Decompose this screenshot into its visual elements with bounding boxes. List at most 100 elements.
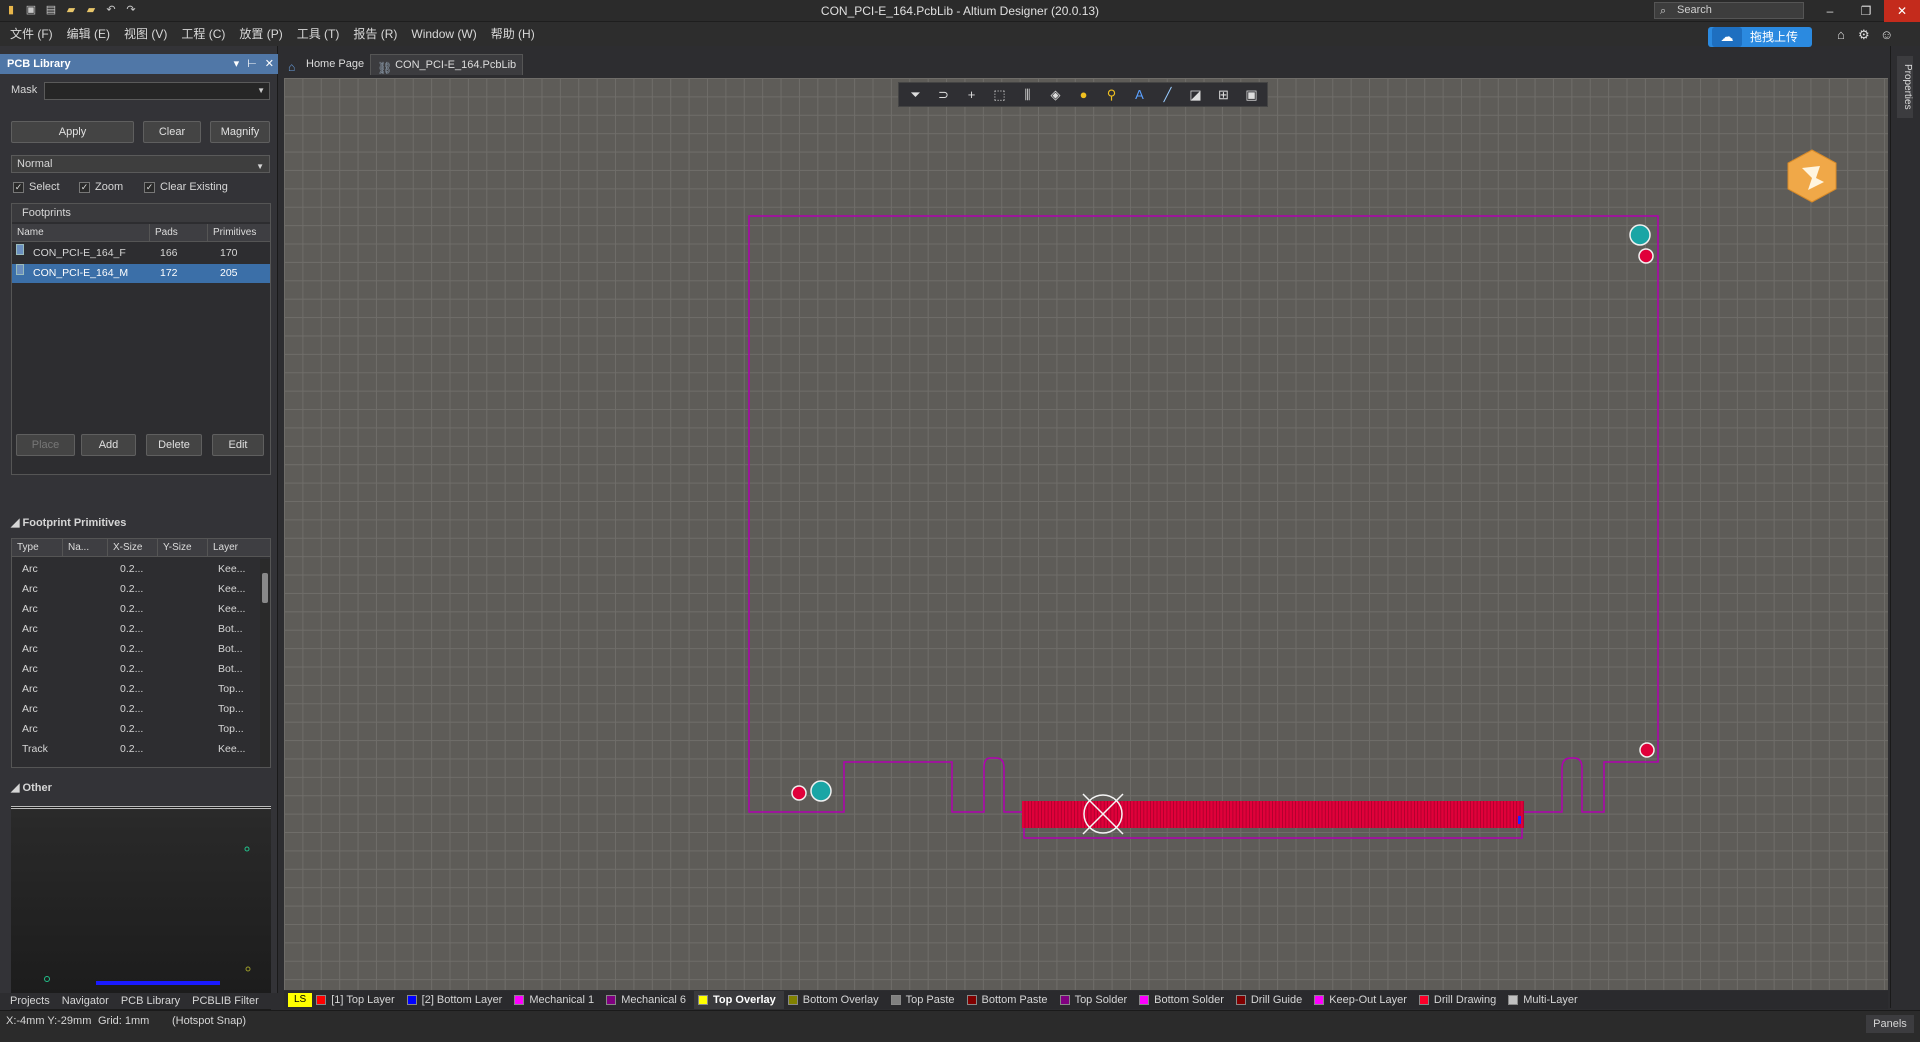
layer-tab[interactable]: Top Solder [1056,991,1136,1009]
primitive-row[interactable]: Arc 0.2... Top... [12,699,260,719]
tab-projects[interactable]: Projects [10,993,50,1009]
primitives-section-header[interactable]: ◢ Footprint Primitives [11,516,126,529]
mounting-hole [810,780,832,802]
layer-tab[interactable]: Bottom Solder [1135,991,1232,1009]
panel-bottom-tabs: Projects Navigator PCB Library PCBLIB Fi… [0,993,278,1009]
menu-project[interactable]: 工程 (C) [174,22,232,46]
magnify-button[interactable]: Magnify [210,121,270,143]
add-button[interactable]: Add [81,434,136,456]
user-icon[interactable]: ☺ [1880,27,1893,42]
primitives-scrollbar[interactable] [260,559,270,767]
select-checkbox[interactable]: ✓ Select [13,181,60,193]
apply-button[interactable]: Apply [11,121,134,143]
panel-close-icon[interactable]: ✕ [265,54,274,74]
layer-label: [1] Top Layer [331,994,395,1006]
layer-tab[interactable]: Drill Drawing [1415,991,1504,1009]
place-button[interactable]: Place [16,434,75,456]
menu-window[interactable]: Window (W) [404,22,483,46]
col-xsize[interactable]: X-Size [107,539,157,557]
layer-swatch [606,995,617,1005]
minimize-button[interactable]: – [1812,0,1848,22]
clear-existing-checkbox[interactable]: ✓ Clear Existing [144,181,228,193]
primitive-row[interactable]: Arc 0.2... Bot... [12,659,260,679]
col-type[interactable]: Type [12,539,62,557]
layer-tab[interactable]: Mechanical 1 [510,991,602,1009]
col-pads[interactable]: Pads [149,224,207,242]
layer-tab[interactable]: Keep-Out Layer [1310,991,1415,1009]
panel-header: PCB Library ▾ ⊢ ✕ [0,54,278,74]
layer-tab[interactable]: Drill Guide [1232,991,1310,1009]
layer-tab[interactable]: Bottom Paste [963,991,1056,1009]
properties-tab[interactable]: Properties [1897,56,1913,118]
menu-help[interactable]: 帮助 (H) [484,22,542,46]
gear-icon[interactable]: ⚙ [1858,27,1870,43]
layer-tab[interactable]: Top Paste [887,991,963,1009]
col-layer[interactable]: Layer [207,539,270,557]
layer-tab[interactable]: Multi-Layer [1504,991,1585,1009]
scrollbar-thumb[interactable] [262,573,268,603]
tab-home-label: Home Page [306,58,365,70]
primitive-row[interactable]: Arc 0.2... Kee... [12,599,260,619]
footprint-primitives: 170 [220,247,238,259]
home-icon[interactable]: ⌂ [1837,27,1845,42]
footprint-row-selected[interactable]: CON_PCI-E_164_M 172 205 [12,264,270,283]
delete-button[interactable]: Delete [146,434,202,456]
col-primitives[interactable]: Primitives [207,224,272,242]
close-button[interactable]: ✕ [1884,0,1920,22]
menu-place[interactable]: 放置 (P) [232,22,289,46]
check-icon: ✓ [13,181,24,193]
primitive-row[interactable]: Track 0.2... Kee... [12,739,260,759]
panel-menu-icon[interactable]: ▾ [234,54,240,74]
edit-button[interactable]: Edit [212,434,264,456]
menu-reports[interactable]: 报告 (R) [346,22,404,46]
layer-tabs: LS [1] Top Layer [2] Bottom Layer Mechan… [284,991,1888,1009]
chevron-down-icon[interactable]: ▼ [257,86,265,95]
panels-button[interactable]: Panels [1866,1015,1914,1033]
search-input[interactable]: ⌕ Search [1654,2,1804,19]
pin-icon[interactable]: ⊢ [247,54,257,74]
layer-tab[interactable]: Mechanical 6 [602,991,694,1009]
menu-tools[interactable]: 工具 (T) [290,22,347,46]
tab-pcblib-filter[interactable]: PCBLIB Filter [192,993,259,1009]
zoom-checkbox[interactable]: ✓ Zoom [79,181,123,193]
mode-select[interactable]: Normal ▼ [11,155,270,173]
primitives-header: Type Na... X-Size Y-Size Layer [12,539,270,557]
tab-pcb-library[interactable]: PCB Library [121,993,180,1009]
tab-navigator[interactable]: Navigator [62,993,109,1009]
primitive-row[interactable]: Arc 0.2... Top... [12,679,260,699]
upload-button[interactable]: ☁ 拖拽上传 [1708,27,1812,47]
menu-view[interactable]: 视图 (V) [117,22,174,46]
primitive-row[interactable]: Arc 0.2... Kee... [12,579,260,599]
layer-tab[interactable]: [2] Bottom Layer [403,991,511,1009]
primitive-row[interactable]: Arc 0.2... Bot... [12,619,260,639]
layer-label: Top Overlay [713,994,776,1006]
prim-layer: Bot... [218,643,243,655]
tab-pcblib[interactable]: ⛓ CON_PCI-E_164.PcbLib [370,54,524,75]
footprint-row[interactable]: CON_PCI-E_164_F 166 170 [12,244,270,263]
menu-edit[interactable]: 编辑 (E) [60,22,117,46]
col-name[interactable]: Name [12,224,149,242]
primitive-row[interactable]: Arc 0.2... Top... [12,719,260,739]
other-section-header[interactable]: ◢ Other [11,781,52,794]
prim-xsize: 0.2... [120,703,144,715]
clear-button[interactable]: Clear [143,121,201,143]
prim-layer: Kee... [218,743,246,755]
primitive-row[interactable]: Arc 0.2... Kee... [12,559,260,579]
other-title: Other [22,782,52,794]
restore-button[interactable]: ❐ [1848,0,1884,22]
pin-marker [1518,816,1521,824]
col-ysize[interactable]: Y-Size [157,539,207,557]
primitive-row[interactable]: Arc 0.2... Bot... [12,639,260,659]
col-name[interactable]: Na... [62,539,107,557]
pcb-canvas[interactable]: ⏷ ⊃ + ⬚ ⫼ ◈ ● ⚲ A ╱ ◪ ⊞ ▣ [284,78,1888,990]
layer-set-button[interactable]: LS [288,993,313,1007]
layer-tab[interactable]: [1] Top Layer [312,991,402,1009]
menu-file[interactable]: 文件 (F) [3,22,60,46]
layer-tab[interactable]: Bottom Overlay [784,991,887,1009]
mask-input[interactable]: ▼ [44,82,270,100]
prim-layer: Bot... [218,623,243,635]
select-label: Select [29,181,60,193]
layer-label: Bottom Paste [981,994,1048,1006]
layer-tab-active[interactable]: Top Overlay [694,991,784,1009]
tab-home-page[interactable]: ⌂ Home Page [282,54,370,75]
